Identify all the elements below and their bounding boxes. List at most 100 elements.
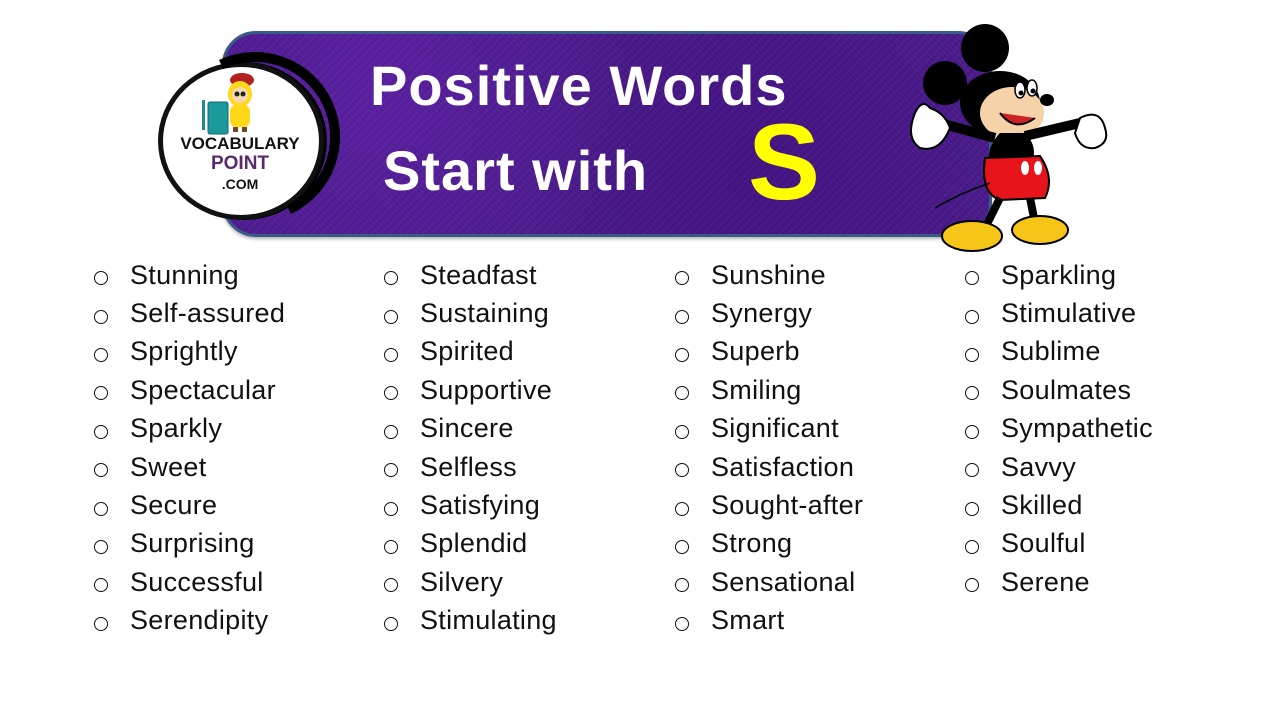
logo-text-com: .COM: [221, 176, 259, 192]
title-letter: S: [748, 101, 821, 222]
mickey-mouse-icon: [910, 24, 1108, 252]
word-text: Supportive: [420, 374, 553, 405]
word-text: Smart: [711, 605, 785, 636]
word-text: Spirited: [420, 336, 514, 367]
word-text: Sparkly: [130, 413, 223, 444]
list-item: Soulmates: [959, 371, 1153, 409]
word-text: Steadfast: [420, 259, 537, 290]
word-text: Sympathetic: [1001, 413, 1153, 444]
circle-bullet-icon: [965, 271, 979, 286]
list-item: Sensational: [669, 563, 863, 601]
circle-bullet-icon: [675, 386, 689, 401]
circle-bullet-icon: [94, 309, 108, 324]
list-item: Selfless: [378, 448, 557, 486]
word-text: Strong: [711, 528, 793, 559]
word-text: Significant: [711, 413, 839, 444]
word-text: Savvy: [1001, 451, 1077, 482]
list-item: Sublime: [959, 333, 1153, 371]
word-text: Smiling: [711, 374, 802, 405]
circle-bullet-icon: [384, 271, 398, 286]
word-text: Successful: [130, 566, 264, 597]
circle-bullet-icon: [675, 271, 689, 286]
circle-bullet-icon: [384, 578, 398, 593]
circle-bullet-icon: [965, 539, 979, 554]
circle-bullet-icon: [965, 463, 979, 478]
circle-bullet-icon: [94, 501, 108, 516]
circle-bullet-icon: [675, 309, 689, 324]
circle-bullet-icon: [384, 501, 398, 516]
list-item: Silvery: [378, 563, 557, 601]
circle-bullet-icon: [94, 578, 108, 593]
list-item: Superb: [669, 333, 863, 371]
word-text: Sprightly: [130, 336, 238, 367]
word-text: Serene: [1001, 566, 1090, 597]
word-text: Sunshine: [711, 259, 826, 290]
list-item: Successful: [88, 563, 285, 601]
circle-bullet-icon: [675, 578, 689, 593]
circle-bullet-icon: [965, 578, 979, 593]
list-item: Sunshine: [669, 256, 863, 294]
circle-bullet-icon: [384, 347, 398, 362]
list-item: Self-assured: [88, 294, 285, 332]
list-item: Sweet: [88, 448, 285, 486]
logo-text-point: POINT: [210, 153, 270, 174]
circle-bullet-icon: [675, 424, 689, 439]
word-text: Sincere: [420, 413, 514, 444]
list-item: Soulful: [959, 525, 1153, 563]
circle-bullet-icon: [965, 309, 979, 324]
circle-bullet-icon: [384, 424, 398, 439]
logo-text-vocabulary: VOCABULARY: [180, 134, 300, 153]
list-item: Sympathetic: [959, 410, 1153, 448]
word-text: Superb: [711, 336, 800, 367]
word-text: Sweet: [130, 451, 207, 482]
circle-bullet-icon: [384, 539, 398, 554]
word-text: Silvery: [420, 566, 504, 597]
list-item: Savvy: [959, 448, 1153, 486]
circle-bullet-icon: [94, 347, 108, 362]
title-line-2: Start with: [383, 139, 649, 202]
word-text: Selfless: [420, 451, 517, 482]
list-item: Serene: [959, 563, 1153, 601]
list-item: Smiling: [669, 371, 863, 409]
circle-bullet-icon: [94, 539, 108, 554]
word-text: Soulmates: [1001, 374, 1132, 405]
word-text: Soulful: [1001, 528, 1086, 559]
word-column-4: Sparkling Stimulative Sublime Soulmates Symp…: [959, 256, 1153, 602]
circle-bullet-icon: [384, 309, 398, 324]
list-item: Stimulating: [378, 602, 557, 640]
list-item: Stimulative: [959, 294, 1153, 332]
list-item: Serendipity: [88, 602, 285, 640]
word-text: Spectacular: [130, 374, 276, 405]
circle-bullet-icon: [675, 539, 689, 554]
list-item: Spectacular: [88, 371, 285, 409]
word-text: Satisfaction: [711, 451, 855, 482]
list-item: Sought-after: [669, 486, 863, 524]
list-item: Strong: [669, 525, 863, 563]
circle-bullet-icon: [965, 347, 979, 362]
circle-bullet-icon: [384, 463, 398, 478]
circle-bullet-icon: [94, 271, 108, 286]
circle-bullet-icon: [675, 501, 689, 516]
word-text: Serendipity: [130, 605, 269, 636]
list-item: Surprising: [88, 525, 285, 563]
list-item: Splendid: [378, 525, 557, 563]
list-item: Satisfaction: [669, 448, 863, 486]
list-item: Synergy: [669, 294, 863, 332]
word-text: Stimulative: [1001, 298, 1137, 329]
circle-bullet-icon: [675, 463, 689, 478]
word-text: Sought-after: [711, 490, 864, 521]
word-text: Sublime: [1001, 336, 1101, 367]
circle-bullet-icon: [94, 463, 108, 478]
list-item: Secure: [88, 486, 285, 524]
list-item: Sparkly: [88, 410, 285, 448]
list-item: Satisfying: [378, 486, 557, 524]
list-item: Stunning: [88, 256, 285, 294]
word-text: Self-assured: [130, 298, 286, 329]
circle-bullet-icon: [94, 386, 108, 401]
list-item: Sustaining: [378, 294, 557, 332]
word-text: Sustaining: [420, 298, 550, 329]
circle-bullet-icon: [965, 386, 979, 401]
circle-bullet-icon: [675, 616, 689, 631]
word-column-1: Stunning Self-assured Sprightly Spectacular…: [88, 256, 285, 640]
circle-bullet-icon: [965, 501, 979, 516]
